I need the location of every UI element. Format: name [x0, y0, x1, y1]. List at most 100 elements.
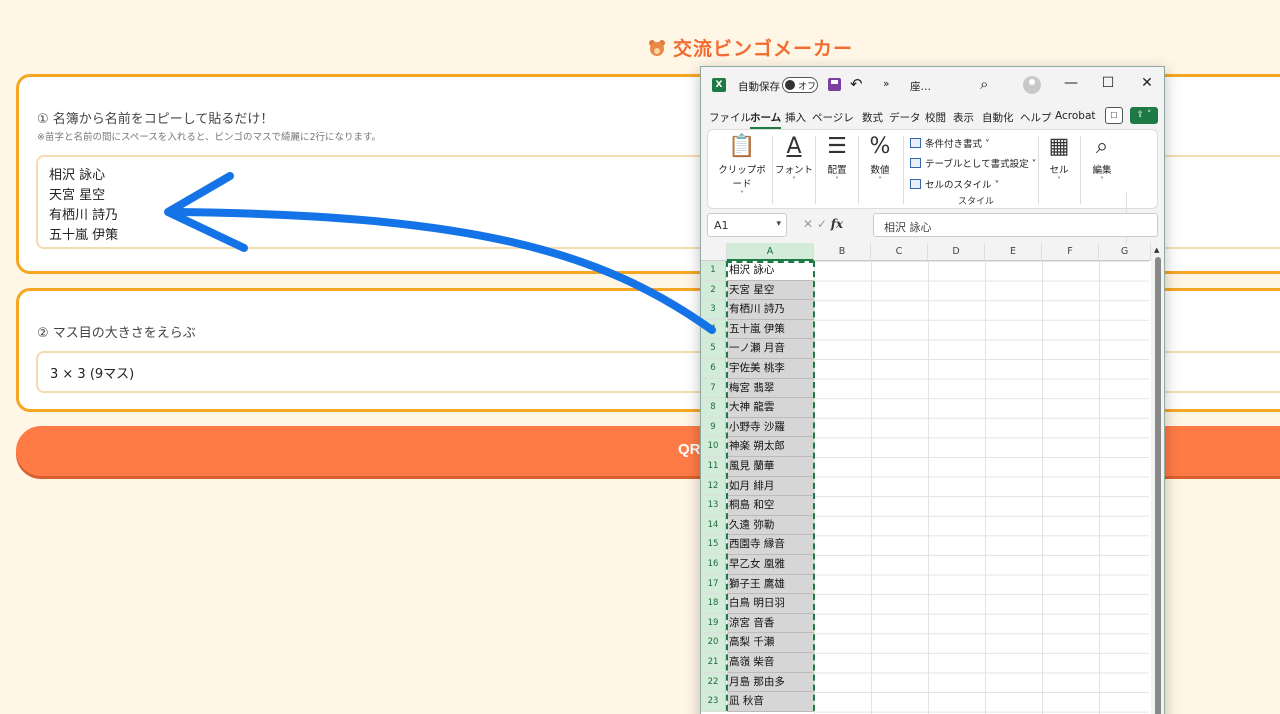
cell-style-button[interactable]: セルのスタイル ˅ [910, 177, 999, 191]
maximize-icon[interactable]: ☐ [1098, 75, 1118, 91]
row-header[interactable]: 20 [701, 633, 726, 653]
chevron-down-icon: ˅ [792, 176, 796, 185]
column-header[interactable]: E [985, 243, 1042, 261]
table-cell[interactable]: 有栖川 詩乃 [727, 300, 814, 320]
table-cell[interactable]: 如月 緋月 [727, 476, 814, 497]
row-header[interactable]: 6 [701, 359, 726, 379]
more-commands-icon[interactable]: » [883, 78, 889, 90]
vertical-scrollbar[interactable]: ▲ [1151, 243, 1164, 714]
row-header[interactable]: 13 [701, 496, 726, 516]
table-cell[interactable]: 桐島 和空 [727, 496, 814, 516]
tab-review[interactable]: 校閲 [925, 110, 946, 125]
select-all-corner[interactable] [701, 243, 727, 261]
table-cell[interactable]: 小野寺 沙羅 [727, 417, 814, 438]
tab-file[interactable]: ファイル [709, 110, 751, 125]
tab-data[interactable]: データ [889, 110, 921, 125]
table-cell[interactable]: 早乙女 凰雅 [727, 555, 814, 575]
row-header[interactable]: 2 [701, 280, 726, 301]
formula-input[interactable]: 相沢 詠心 [873, 213, 1158, 237]
edit-group[interactable]: ⌕ 編集 ˅ [1084, 132, 1120, 185]
table-cell[interactable]: 天宮 星空 [727, 280, 814, 301]
search-icon[interactable]: ⌕ [980, 75, 988, 93]
column-header[interactable]: B [814, 243, 871, 261]
column-header[interactable]: F [1042, 243, 1099, 261]
tab-automate[interactable]: 自動化 [982, 110, 1014, 125]
close-icon[interactable]: ✕ [1137, 75, 1157, 91]
table-cell[interactable]: 月島 那由多 [727, 672, 814, 693]
table-cell[interactable]: 風見 蘭華 [727, 457, 814, 477]
row-header[interactable]: 22 [701, 672, 726, 693]
empty-cells[interactable] [814, 261, 1149, 714]
row-header[interactable]: 12 [701, 476, 726, 497]
column-header[interactable]: C [871, 243, 928, 261]
conditional-format-button[interactable]: 条件付き書式 ˅ [910, 136, 990, 150]
row-header[interactable]: 7 [701, 378, 726, 399]
row-header[interactable]: 21 [701, 653, 726, 673]
file-name[interactable]: 座… [910, 79, 931, 94]
tab-help[interactable]: ヘルプ [1020, 110, 1052, 125]
tab-formulas[interactable]: 数式 [862, 110, 883, 125]
tab-page-layout[interactable]: ページレ [812, 110, 854, 125]
table-cell[interactable]: 一ノ瀬 月音 [727, 339, 814, 359]
undo-icon[interactable]: ↶ [850, 75, 863, 93]
avatar[interactable] [1023, 76, 1041, 94]
table-format-button[interactable]: テーブルとして書式設定 ˅ [910, 156, 1036, 170]
row-header[interactable]: 14 [701, 515, 726, 536]
table-cell[interactable]: 高梨 千瀬 [727, 633, 814, 653]
tab-home[interactable]: ホーム [750, 110, 782, 129]
comment-icon[interactable]: ☐ [1105, 107, 1123, 124]
row-header[interactable]: 10 [701, 437, 726, 457]
table-cell[interactable]: 白鳥 明日羽 [727, 594, 814, 614]
column-header[interactable]: D [928, 243, 985, 261]
cells-group[interactable]: ▦ セル ˅ [1041, 132, 1077, 185]
font-label: フォント [774, 165, 813, 176]
table-cell[interactable]: 五十嵐 伊策 [727, 319, 814, 340]
table-cell[interactable]: 相沢 詠心 [727, 261, 814, 281]
table-cell[interactable]: 神楽 朔太郎 [727, 437, 814, 457]
row-header[interactable]: 3 [701, 300, 726, 320]
font-group[interactable]: A フォント ˅ [774, 132, 814, 185]
row-header[interactable]: 1 [701, 261, 726, 281]
step1-label: ① 名簿から名前をコピーして貼るだけ！ [37, 112, 274, 127]
row-header[interactable]: 15 [701, 535, 726, 555]
column-header[interactable]: G [1099, 243, 1151, 261]
conditional-format-icon [910, 138, 921, 148]
tab-insert[interactable]: 挿入 [785, 110, 806, 125]
row-header[interactable]: 4 [701, 319, 726, 340]
column-header[interactable]: A [727, 243, 814, 261]
save-icon[interactable] [828, 78, 841, 91]
spreadsheet-grid[interactable]: A B C D E F G 1 相沢 詠心 2 天宮 星空 3 有栖川 詩乃 4 五十嵐 伊策… [701, 243, 1164, 714]
tab-view[interactable]: 表示 [953, 110, 974, 125]
chevron-down-icon: ˅ [835, 176, 839, 185]
row-header[interactable]: 19 [701, 613, 726, 634]
name-box[interactable]: A1 ▾ [707, 213, 787, 237]
share-icon[interactable]: ⇪ ˅ [1130, 107, 1158, 124]
table-cell[interactable]: 高嶺 柴音 [727, 653, 814, 673]
row-header[interactable]: 16 [701, 555, 726, 575]
row-header[interactable]: 8 [701, 398, 726, 418]
row-header[interactable]: 18 [701, 594, 726, 614]
minimize-icon[interactable]: — [1061, 75, 1081, 91]
row-header[interactable]: 17 [701, 574, 726, 595]
row-header[interactable]: 11 [701, 457, 726, 477]
excel-logo-icon: X [712, 78, 726, 92]
table-cell[interactable]: 梅宮 翡翠 [727, 378, 814, 399]
row-header[interactable]: 23 [701, 692, 726, 712]
table-cell[interactable]: 涼宮 音香 [727, 613, 814, 634]
table-cell[interactable]: 久遠 弥勒 [727, 515, 814, 536]
table-cell[interactable]: 凪 秋音 [727, 692, 814, 712]
table-cell[interactable]: 宇佐美 桃李 [727, 359, 814, 379]
row-header[interactable]: 5 [701, 339, 726, 359]
table-cell[interactable]: 大神 龍雲 [727, 398, 814, 418]
app-title: 交流ビンゴメーカー [0, 34, 1280, 61]
ribbon-tabs: ファイル ホーム 挿入 ページレ 数式 データ 校閲 表示 自動化 ヘルプ Ac… [701, 107, 1164, 129]
clipboard-group[interactable]: 📋 クリップボード ˅ [714, 132, 770, 199]
row-header[interactable]: 9 [701, 417, 726, 438]
align-group[interactable]: ☰ 配置 ˅ [817, 132, 857, 185]
table-cell[interactable]: 西園寺 縁音 [727, 535, 814, 555]
number-group[interactable]: % 数値 ˅ [860, 132, 900, 185]
tab-acrobat[interactable]: Acrobat [1055, 110, 1096, 122]
fx-icon[interactable]: fx [831, 217, 843, 231]
table-cell[interactable]: 獅子王 鷹雄 [727, 574, 814, 595]
autosave-toggle[interactable]: オフ [782, 77, 818, 93]
